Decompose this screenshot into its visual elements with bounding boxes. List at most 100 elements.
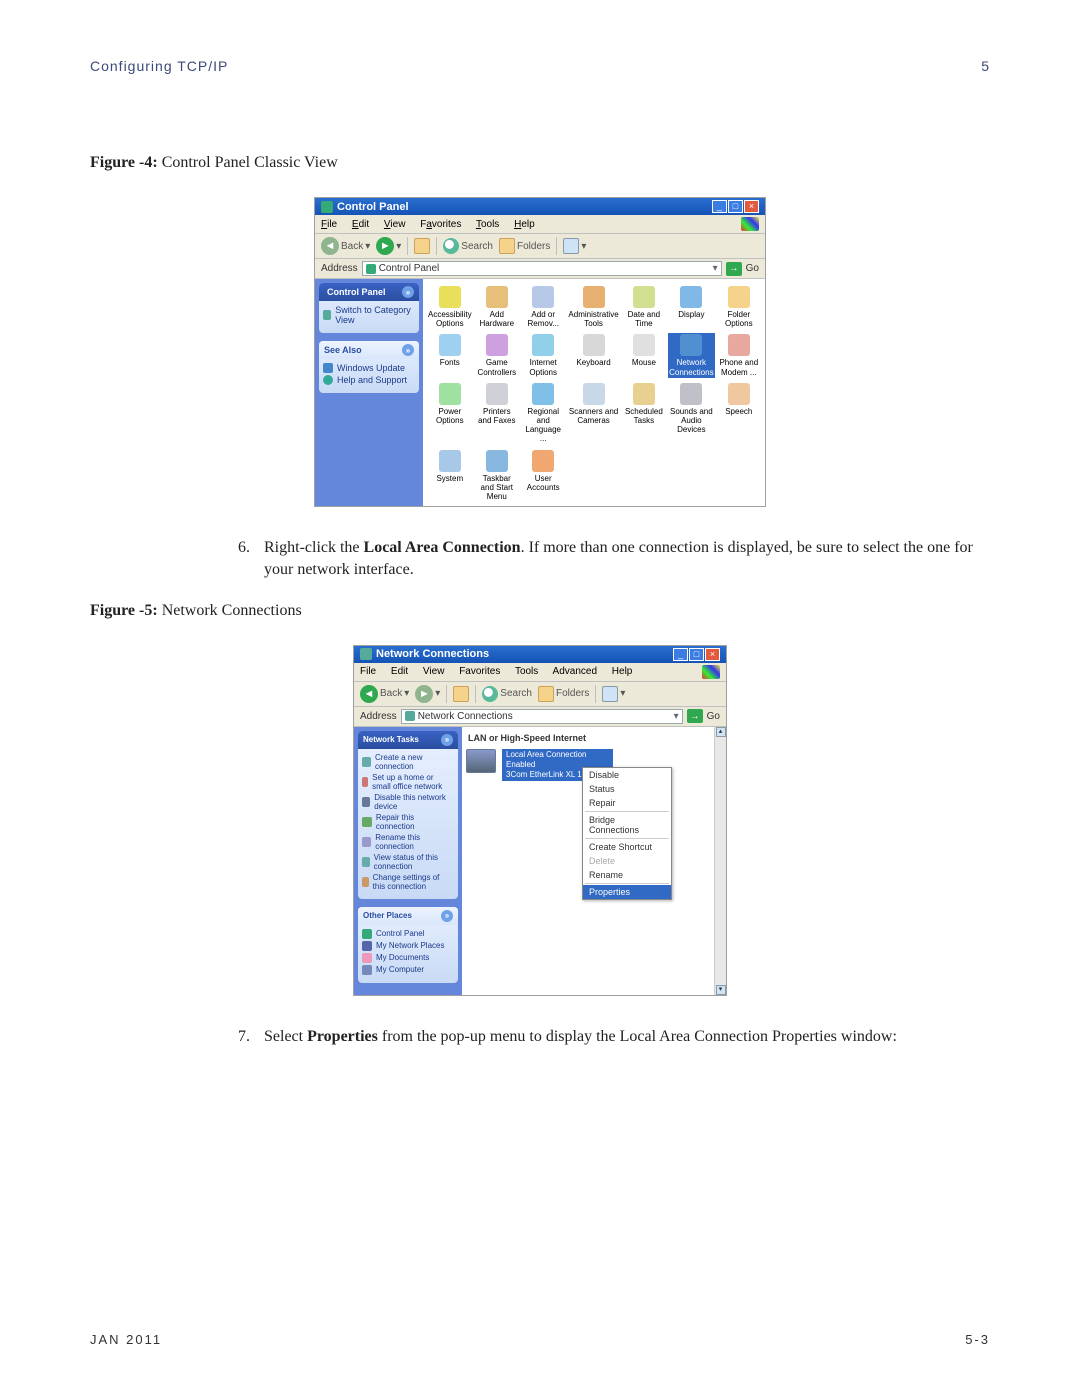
cp-icon bbox=[439, 383, 461, 405]
task-link[interactable]: Rename this connection bbox=[362, 833, 454, 851]
cp-item-keyboard[interactable]: Keyboard bbox=[567, 333, 619, 377]
folders-button[interactable]: Folders bbox=[538, 686, 589, 702]
menu-file[interactable]: File bbox=[321, 219, 337, 230]
scroll-up-icon[interactable]: ▴ bbox=[716, 727, 726, 737]
menu-separator bbox=[585, 838, 669, 839]
task-link[interactable]: Disable this network device bbox=[362, 793, 454, 811]
menu-advanced[interactable]: Advanced bbox=[553, 666, 597, 677]
menu-file[interactable]: File bbox=[360, 666, 376, 677]
cp-item-add-hardware[interactable]: Add Hardware bbox=[475, 285, 519, 329]
cp-item-phone-and-modem-[interactable]: Phone and Modem ... bbox=[717, 333, 761, 377]
cp-item-network-connections[interactable]: Network Connections bbox=[668, 333, 714, 377]
menu-tools[interactable]: Tools bbox=[476, 219, 499, 230]
scroll-down-icon[interactable]: ▾ bbox=[716, 985, 726, 995]
cp-item-add-or-remov-[interactable]: Add or Remov... bbox=[521, 285, 565, 329]
menu-favorites[interactable]: Favorites bbox=[459, 666, 500, 677]
views-button[interactable]: ▾ bbox=[563, 238, 586, 254]
maximize-button[interactable]: □ bbox=[728, 200, 743, 213]
scrollbar[interactable]: ▴ ▾ bbox=[714, 727, 726, 995]
place-link[interactable]: Control Panel bbox=[362, 929, 454, 939]
place-link[interactable]: My Computer bbox=[362, 965, 454, 975]
cp-item-scheduled-tasks[interactable]: Scheduled Tasks bbox=[622, 382, 666, 445]
back-button[interactable]: ◄Back ▾ bbox=[321, 237, 370, 255]
close-button[interactable]: × bbox=[744, 200, 759, 213]
ctx-status[interactable]: Status bbox=[583, 782, 671, 796]
forward-button[interactable]: ► ▾ bbox=[376, 237, 401, 255]
forward-button[interactable]: ► ▾ bbox=[415, 685, 440, 703]
windows-update-link[interactable]: Windows Update bbox=[323, 363, 415, 373]
cp-label: User Accounts bbox=[522, 474, 564, 492]
ctx-bridge-connections[interactable]: Bridge Connections bbox=[583, 813, 671, 837]
views-button[interactable]: ▾ bbox=[602, 686, 625, 702]
folders-icon bbox=[499, 238, 515, 254]
cp-icon bbox=[439, 450, 461, 472]
cp-item-internet-options[interactable]: Internet Options bbox=[521, 333, 565, 377]
ctx-disable[interactable]: Disable bbox=[583, 768, 671, 782]
place-label: My Documents bbox=[376, 953, 429, 962]
cp-item-date-and-time[interactable]: Date and Time bbox=[622, 285, 666, 329]
cp-item-folder-options[interactable]: Folder Options bbox=[717, 285, 761, 329]
cp-item-display[interactable]: Display bbox=[668, 285, 714, 329]
places-hdr-label: Other Places bbox=[363, 911, 412, 920]
place-link[interactable]: My Documents bbox=[362, 953, 454, 963]
search-button[interactable]: Search bbox=[482, 686, 532, 702]
search-button[interactable]: Search bbox=[443, 238, 493, 254]
maximize-button[interactable]: □ bbox=[689, 648, 704, 661]
cp-item-user-accounts[interactable]: User Accounts bbox=[521, 449, 565, 503]
menu-help[interactable]: Help bbox=[612, 666, 633, 677]
network-tasks-header[interactable]: Network Tasks» bbox=[358, 731, 458, 749]
other-places-header[interactable]: Other Places» bbox=[358, 907, 458, 925]
cp-item-power-options[interactable]: Power Options bbox=[427, 382, 473, 445]
cp-label: Add or Remov... bbox=[522, 310, 564, 328]
address-dropdown-icon[interactable]: ▾ bbox=[674, 711, 679, 722]
cp-item-regional-and-language-[interactable]: Regional and Language ... bbox=[521, 382, 565, 445]
place-link[interactable]: My Network Places bbox=[362, 941, 454, 951]
cp-item-mouse[interactable]: Mouse bbox=[622, 333, 666, 377]
address-dropdown-icon[interactable]: ▾ bbox=[713, 263, 718, 274]
menu-view[interactable]: View bbox=[384, 219, 406, 230]
task-link[interactable]: View status of this connection bbox=[362, 853, 454, 871]
up-button[interactable] bbox=[414, 238, 430, 254]
up-button[interactable] bbox=[453, 686, 469, 702]
help-support-link[interactable]: Help and Support bbox=[323, 375, 415, 385]
back-button[interactable]: ◄Back ▾ bbox=[360, 685, 409, 703]
ctx-properties[interactable]: Properties bbox=[583, 885, 671, 899]
menu-edit[interactable]: Edit bbox=[391, 666, 408, 677]
control-panel-icon bbox=[321, 201, 333, 213]
task-link[interactable]: Set up a home or small office network bbox=[362, 773, 454, 791]
menu-edit[interactable]: Edit bbox=[352, 219, 369, 230]
folders-button[interactable]: Folders bbox=[499, 238, 550, 254]
menu-help[interactable]: Help bbox=[514, 219, 535, 230]
cp-item-sounds-and-audio-devices[interactable]: Sounds and Audio Devices bbox=[668, 382, 714, 445]
task-link[interactable]: Repair this connection bbox=[362, 813, 454, 831]
address-field[interactable]: Network Connections ▾ bbox=[401, 709, 683, 724]
cp-item-scanners-and-cameras[interactable]: Scanners and Cameras bbox=[567, 382, 619, 445]
footer-right: 5-3 bbox=[965, 1332, 990, 1347]
go-button[interactable]: → bbox=[726, 262, 742, 276]
ctx-create-shortcut[interactable]: Create Shortcut bbox=[583, 840, 671, 854]
menu-favorites[interactable]: Favorites bbox=[420, 219, 461, 230]
minimize-button[interactable]: _ bbox=[712, 200, 727, 213]
ctx-repair[interactable]: Repair bbox=[583, 796, 671, 810]
cp-item-speech[interactable]: Speech bbox=[717, 382, 761, 445]
sidebar-panel-header[interactable]: Control Panel» bbox=[319, 283, 419, 301]
cp-item-system[interactable]: System bbox=[427, 449, 473, 503]
cp-item-taskbar-and-start-menu[interactable]: Taskbar and Start Menu bbox=[475, 449, 519, 503]
menu-tools[interactable]: Tools bbox=[515, 666, 538, 677]
cp-item-printers-and-faxes[interactable]: Printers and Faxes bbox=[475, 382, 519, 445]
task-link[interactable]: Create a new connection bbox=[362, 753, 454, 771]
minimize-button[interactable]: _ bbox=[673, 648, 688, 661]
address-field[interactable]: Control Panel ▾ bbox=[362, 261, 722, 276]
close-button[interactable]: × bbox=[705, 648, 720, 661]
menu-view[interactable]: View bbox=[423, 666, 445, 677]
switch-category-link[interactable]: Switch to Category View bbox=[323, 305, 415, 325]
cp-icon bbox=[532, 450, 554, 472]
cp-item-accessibility-options[interactable]: Accessibility Options bbox=[427, 285, 473, 329]
ctx-rename[interactable]: Rename bbox=[583, 868, 671, 882]
cp-item-fonts[interactable]: Fonts bbox=[427, 333, 473, 377]
task-link[interactable]: Change settings of this connection bbox=[362, 873, 454, 891]
see-also-header[interactable]: See Also» bbox=[319, 341, 419, 359]
cp-item-administrative-tools[interactable]: Administrative Tools bbox=[567, 285, 619, 329]
go-button[interactable]: → bbox=[687, 709, 703, 723]
cp-item-game-controllers[interactable]: Game Controllers bbox=[475, 333, 519, 377]
